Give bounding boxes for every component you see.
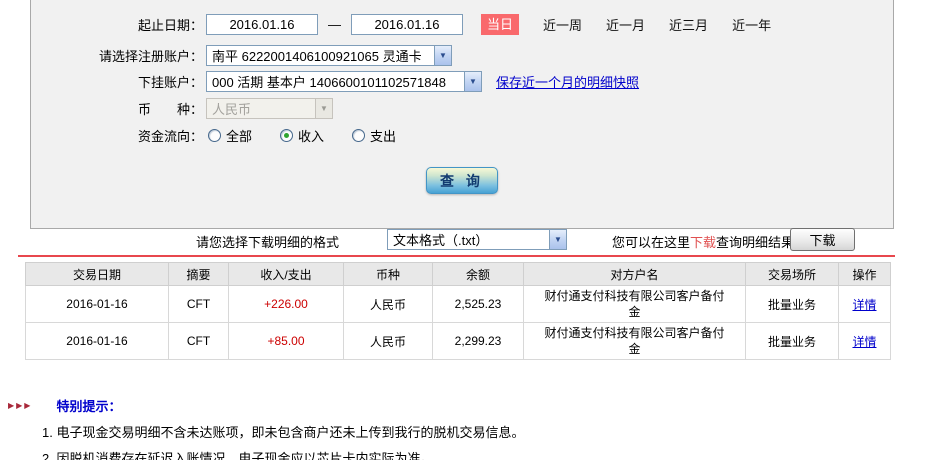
currency-select-disabled: 人民币 ▼ [206,98,333,119]
date-range-row: 起止日期： — 当日 近一周 近一月 近三月 近一年 [31,14,893,35]
query-form-panel: 起止日期： — 当日 近一周 近一月 近三月 近一年 请选择注册账户： 南平 6… [30,0,894,229]
cell-date: 2016-01-16 [26,286,169,323]
cell-counterparty: 财付通支付科技有限公司客户备付金 [524,323,746,360]
radio-circle-icon [208,129,221,142]
radio-dot [284,133,289,138]
fund-flow-row: 资金流向： 全部 收入 支出 [31,126,893,145]
table-row: 2016-01-16 CFT +85.00 人民币 2,299.23 财付通支付… [26,323,891,360]
col-header-currency: 币种 [344,263,433,286]
cell-counterparty: 财付通支付科技有限公司客户备付金 [524,286,746,323]
cell-amount: +226.00 [229,286,344,323]
quick-range-today[interactable]: 当日 [481,14,519,35]
fund-flow-label: 资金流向： [31,126,206,145]
cell-currency: 人民币 [344,323,433,360]
radio-income[interactable]: 收入 [280,126,324,145]
table-row: 2016-01-16 CFT +226.00 人民币 2,525.23 财付通支… [26,286,891,323]
end-date-input[interactable] [351,14,463,35]
registered-account-label: 请选择注册账户： [31,46,206,65]
sub-account-row: 下挂账户： 000 活期 基本户 1406600101102571848 ▼ 保… [31,71,893,92]
dropdown-arrow-icon: ▼ [315,99,332,118]
bank-transaction-query-page: 起止日期： — 当日 近一周 近一月 近三月 近一年 请选择注册账户： 南平 6… [0,0,931,460]
col-header-balance: 余额 [433,263,524,286]
radio-circle-icon [352,129,365,142]
cell-summary: CFT [169,286,229,323]
quick-range-year[interactable]: 近一年 [732,15,771,34]
registered-account-row: 请选择注册账户： 南平 6222001406100921065 灵通卡 ▼ [31,45,893,66]
download-hint-prefix: 您可以在这里 [612,235,690,250]
download-format-label: 请您选择下载明细的格式 [196,232,339,251]
red-separator-line [18,255,895,257]
download-format-value: 文本格式（.txt） [388,230,549,249]
fund-flow-radio-group: 全部 收入 支出 [206,126,396,145]
download-format-select[interactable]: 文本格式（.txt） ▼ [387,229,567,250]
special-note-item: 2. 因脱机消费存在延迟入账情况，电子现金应以芯片卡内实际为准。 [42,448,931,460]
registered-account-value: 南平 6222001406100921065 灵通卡 [207,46,434,65]
cell-summary: CFT [169,323,229,360]
cell-balance: 2,299.23 [433,323,524,360]
save-snapshot-link[interactable]: 保存近一个月的明细快照 [496,72,639,91]
start-date-input[interactable] [206,14,318,35]
cell-venue: 批量业务 [746,286,839,323]
detail-link[interactable]: 详情 [852,298,876,312]
radio-all[interactable]: 全部 [208,126,252,145]
date-range-dash: — [328,17,341,32]
radio-income-label: 收入 [298,126,324,145]
table-header-row: 交易日期 摘要 收入/支出 币种 余额 对方户名 交易场所 操作 [26,263,891,286]
download-button[interactable]: 下载 [790,228,855,251]
col-header-action: 操作 [839,263,891,286]
quick-range-quarter[interactable]: 近三月 [669,15,708,34]
cell-balance: 2,525.23 [433,286,524,323]
radio-expense[interactable]: 支出 [352,126,396,145]
col-header-date: 交易日期 [26,263,169,286]
currency-value: 人民币 [207,99,315,118]
radio-expense-label: 支出 [370,126,396,145]
cell-amount: +85.00 [229,323,344,360]
download-hint-link[interactable]: 下载 [690,235,716,250]
download-hint-suffix: 查询明细结果 [716,235,794,250]
query-button[interactable]: 查 询 [426,167,498,194]
cell-date: 2016-01-16 [26,323,169,360]
sub-account-label: 下挂账户： [31,72,206,91]
quick-range-month[interactable]: 近一月 [606,15,645,34]
special-notes-header: ▶▶▶ 特别提示： [0,396,931,415]
dropdown-arrow-icon[interactable]: ▼ [464,72,481,91]
registered-account-select[interactable]: 南平 6222001406100921065 灵通卡 ▼ [206,45,452,66]
special-note-item: 1. 电子现金交易明细不含未达账项，即未包含商户还未上传到我行的脱机交易信息。 [42,422,931,441]
col-header-venue: 交易场所 [746,263,839,286]
currency-label: 币 种： [31,99,206,118]
quick-range-week[interactable]: 近一周 [543,15,582,34]
col-header-counterparty: 对方户名 [524,263,746,286]
detail-link[interactable]: 详情 [852,335,876,349]
cell-venue: 批量业务 [746,323,839,360]
date-range-label: 起止日期： [31,15,206,34]
special-notes-title: 特别提示： [56,396,121,415]
transaction-table: 交易日期 摘要 收入/支出 币种 余额 对方户名 交易场所 操作 2016-01… [25,262,891,360]
col-header-amount: 收入/支出 [229,263,344,286]
download-row: 请您选择下载明细的格式 文本格式（.txt） ▼ 您可以在这里下载查询明细结果 … [0,228,931,253]
dropdown-arrow-icon[interactable]: ▼ [549,230,566,249]
cell-currency: 人民币 [344,286,433,323]
col-header-summary: 摘要 [169,263,229,286]
currency-row: 币 种： 人民币 ▼ [31,98,893,119]
radio-all-label: 全部 [226,126,252,145]
radio-circle-icon [280,129,293,142]
special-notes: ▶▶▶ 特别提示： 1. 电子现金交易明细不含未达账项，即未包含商户还未上传到我… [0,396,931,460]
sub-account-select[interactable]: 000 活期 基本户 1406600101102571848 ▼ [206,71,482,92]
download-hint: 您可以在这里下载查询明细结果 [612,232,794,251]
sub-account-value: 000 活期 基本户 1406600101102571848 [207,72,464,91]
dropdown-arrow-icon[interactable]: ▼ [434,46,451,65]
triple-arrow-icon: ▶▶▶ [8,401,32,410]
